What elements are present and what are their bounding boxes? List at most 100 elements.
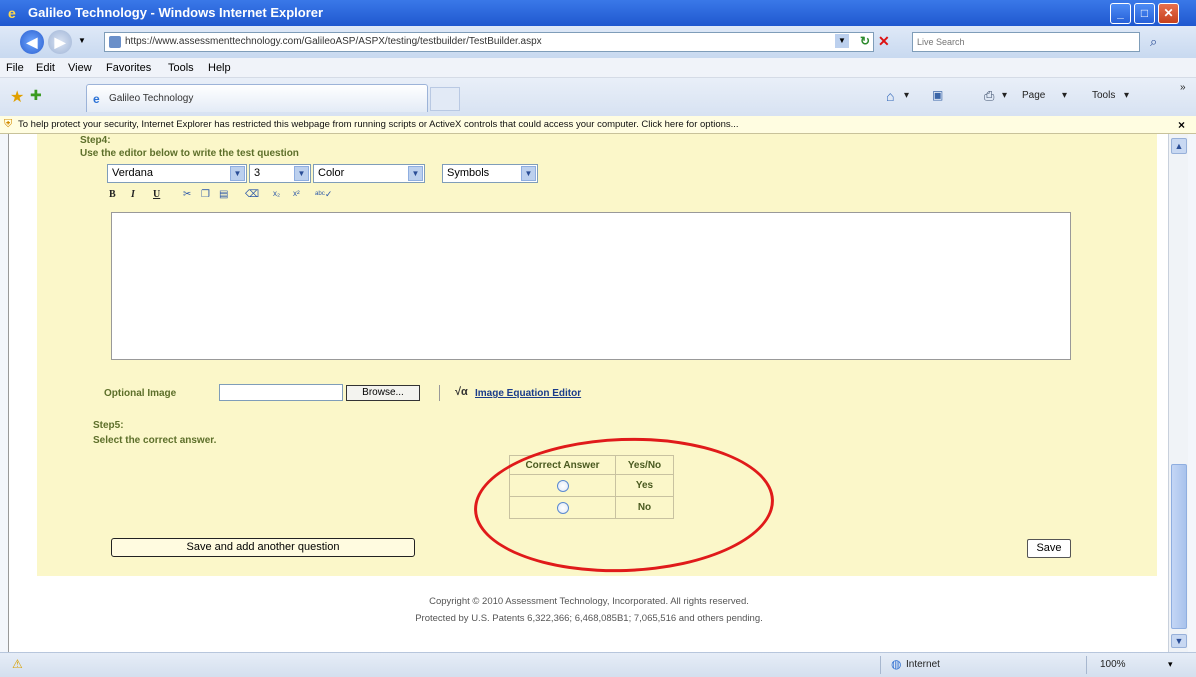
menu-tools[interactable]: Tools <box>168 62 194 74</box>
warning-icon[interactable]: ⚠ <box>12 657 23 671</box>
superscript-icon[interactable]: x² <box>293 189 300 198</box>
favorites-star-icon[interactable]: ★ <box>10 87 24 107</box>
size-value: 3 <box>254 167 261 179</box>
optional-image-label: Optional Image <box>104 388 177 399</box>
zoom-level[interactable]: 100% <box>1100 659 1126 670</box>
header-correct-answer: Correct Answer <box>509 455 616 475</box>
eraser-icon[interactable]: ⌫ <box>245 189 259 200</box>
back-button[interactable]: ◀ <box>20 30 44 54</box>
close-button[interactable]: ✕ <box>1158 3 1179 24</box>
browser-window: e Galileo Technology - Windows Internet … <box>0 0 1196 677</box>
address-row: ◀ ▶ ▼ https://www.assessmenttechnology.c… <box>0 26 1196 58</box>
step5-instruction: Select the correct answer. <box>93 435 217 446</box>
page-viewport: Step4: Use the editor below to write the… <box>8 134 1168 652</box>
symbols-value: Symbols <box>447 167 490 179</box>
question-editor[interactable] <box>111 212 1071 360</box>
minimize-button[interactable]: _ <box>1110 3 1131 24</box>
close-infobar-icon[interactable]: × <box>1178 118 1185 132</box>
globe-icon: ◍ <box>891 657 902 671</box>
image-file-input[interactable] <box>219 384 343 401</box>
scroll-thumb[interactable] <box>1171 464 1187 629</box>
page-dropdown-icon[interactable]: ▾ <box>1062 90 1067 101</box>
italic-button[interactable]: I <box>131 189 135 200</box>
answer-table-header: Correct Answer Yes/No <box>509 455 674 475</box>
page-menu[interactable]: Page <box>1022 90 1045 101</box>
forward-button[interactable]: ▶ <box>48 30 72 54</box>
maximize-button[interactable]: □ <box>1134 3 1155 24</box>
menu-favorites[interactable]: Favorites <box>106 62 151 74</box>
answer-yes-label: Yes <box>615 474 674 497</box>
menu-help[interactable]: Help <box>208 62 231 74</box>
copyright-text: Copyright © 2010 Assessment Technology, … <box>429 596 749 607</box>
tools-dropdown-icon[interactable]: ▾ <box>1124 90 1129 101</box>
bold-button[interactable]: B <box>109 189 116 200</box>
answer-yes-radio[interactable] <box>556 479 569 492</box>
menu-view[interactable]: View <box>68 62 92 74</box>
print-dropdown-icon[interactable]: ▾ <box>1002 90 1007 101</box>
new-tab-button[interactable] <box>430 87 460 111</box>
divider <box>880 656 881 674</box>
underline-button[interactable]: U <box>153 189 160 200</box>
address-bar[interactable]: https://www.assessmenttechnology.com/Gal… <box>104 32 874 52</box>
table-row: Yes <box>509 474 674 497</box>
address-dropdown-icon[interactable]: ▼ <box>835 34 849 48</box>
stop-icon[interactable]: ✕ <box>878 33 890 50</box>
shield-icon: ⛨ <box>4 118 13 130</box>
chevron-down-icon: ▼ <box>408 166 423 181</box>
table-row: No <box>509 496 674 519</box>
address-url: https://www.assessmenttechnology.com/Gal… <box>125 36 542 47</box>
sqrt-icon: √α <box>455 386 468 398</box>
answer-no-radio[interactable] <box>556 501 569 514</box>
page-icon <box>109 36 121 48</box>
history-dropdown-icon[interactable]: ▼ <box>78 36 86 45</box>
search-input[interactable] <box>913 33 1133 51</box>
answer-table: Correct Answer Yes/No Yes No <box>509 455 674 519</box>
scroll-up-icon[interactable]: ▲ <box>1171 138 1187 154</box>
tab-galileo[interactable]: e Galileo Technology <box>86 84 428 112</box>
feeds-icon[interactable]: ▣ <box>932 88 943 102</box>
security-info-bar[interactable]: ⛨ To help protect your security, Interne… <box>0 116 1196 134</box>
tools-menu[interactable]: Tools <box>1092 90 1115 101</box>
security-zone[interactable]: Internet <box>906 659 940 670</box>
window-title: Galileo Technology - Windows Internet Ex… <box>28 5 324 20</box>
home-dropdown-icon[interactable]: ▾ <box>904 90 909 101</box>
step4-instruction: Use the editor below to write the test q… <box>80 148 299 159</box>
status-bar: ⚠ ◍ Internet 100% ▾ <box>0 652 1196 677</box>
chevron-down-icon: ▼ <box>294 166 309 181</box>
security-message[interactable]: To help protect your security, Internet … <box>18 119 739 130</box>
zoom-dropdown-icon[interactable]: ▾ <box>1168 659 1173 670</box>
search-box[interactable] <box>912 32 1140 52</box>
title-bar: e Galileo Technology - Windows Internet … <box>0 0 1196 26</box>
separator <box>439 385 440 401</box>
paste-icon[interactable]: ▤ <box>219 189 228 200</box>
copy-icon[interactable]: ❐ <box>201 189 210 200</box>
menu-bar: File Edit View Favorites Tools Help <box>0 58 1196 78</box>
search-icon[interactable]: ⌕ <box>1150 34 1157 50</box>
cut-icon[interactable]: ✂ <box>183 189 191 200</box>
divider <box>1086 656 1087 674</box>
menu-edit[interactable]: Edit <box>36 62 55 74</box>
vertical-scrollbar[interactable]: ▲ ▼ <box>1168 134 1188 652</box>
refresh-icon[interactable]: ↻ <box>860 34 870 48</box>
chevron-icon[interactable]: » <box>1180 82 1186 93</box>
save-button[interactable]: Save <box>1027 539 1071 558</box>
scroll-down-icon[interactable]: ▼ <box>1171 634 1187 648</box>
step5-heading: Step5: <box>93 420 124 431</box>
add-favorite-icon[interactable]: ✚ <box>30 87 42 104</box>
header-yes-no: Yes/No <box>615 455 674 475</box>
browse-button[interactable]: Browse... <box>346 385 420 401</box>
ie-logo-icon: e <box>8 5 16 21</box>
symbols-select[interactable]: Symbols ▼ <box>442 164 538 183</box>
menu-file[interactable]: File <box>6 62 24 74</box>
size-select[interactable]: 3 ▼ <box>249 164 311 183</box>
print-icon[interactable]: ⎙ <box>984 88 994 104</box>
font-select[interactable]: Verdana ▼ <box>107 164 247 183</box>
save-and-add-button[interactable]: Save and add another question <box>111 538 415 557</box>
home-icon[interactable]: ⌂ <box>886 88 894 104</box>
color-select[interactable]: Color ▼ <box>313 164 425 183</box>
spellcheck-icon[interactable]: ᵃᵇᶜ✓ <box>315 189 332 200</box>
answer-no-label: No <box>615 496 674 519</box>
tab-label: Galileo Technology <box>109 93 194 104</box>
subscript-icon[interactable]: x₂ <box>273 189 280 198</box>
image-equation-editor-link[interactable]: Image Equation Editor <box>475 388 581 399</box>
